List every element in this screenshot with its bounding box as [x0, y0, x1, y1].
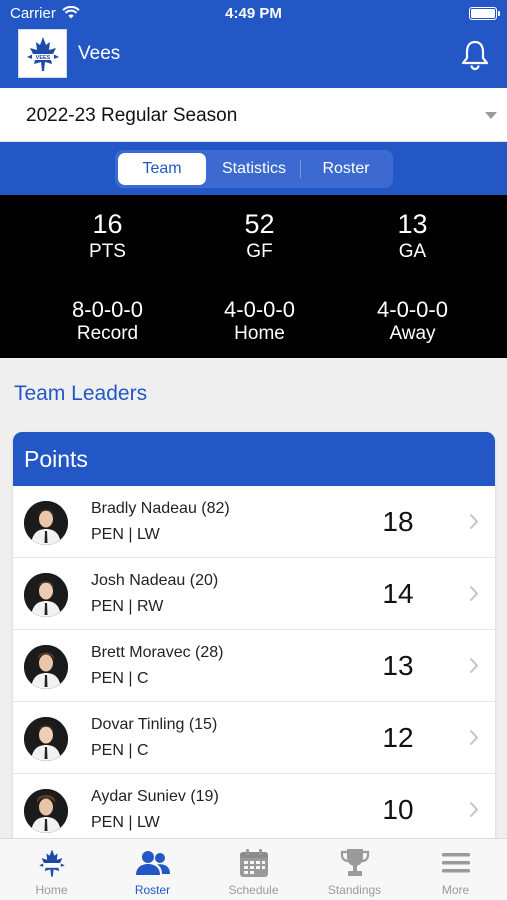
trophy-icon	[304, 847, 405, 879]
bell-icon[interactable]	[460, 39, 490, 76]
player-avatar	[24, 789, 68, 833]
tab-more[interactable]: More	[405, 839, 506, 900]
points-leaders-card: Points Bradly Nadeau (82) PEN | LW 18 Jo…	[13, 432, 495, 862]
app-header: VEES Vees	[0, 28, 507, 88]
player-avatar	[24, 573, 68, 617]
leader-row[interactable]: Josh Nadeau (20) PEN | RW 14	[13, 558, 495, 630]
battery-icon	[469, 7, 500, 20]
segmented-control: Team Statistics Roster	[115, 150, 393, 188]
player-points: 13	[382, 650, 414, 681]
player-points: 12	[382, 722, 414, 753]
chevron-right-icon	[469, 585, 479, 607]
stat-home: 4-0-0-0 Home	[175, 297, 344, 345]
player-points: 18	[382, 506, 414, 537]
leader-row[interactable]: Bradly Nadeau (82) PEN | LW 18	[13, 486, 495, 558]
calendar-icon	[203, 847, 304, 879]
leader-row[interactable]: Brett Moravec (28) PEN | C 13	[13, 630, 495, 702]
team-leaders-heading: Team Leaders	[14, 382, 148, 405]
player-name: Bradly Nadeau (82)	[91, 500, 230, 517]
stat-value: 4-0-0-0	[377, 297, 448, 322]
tab-label: Home	[35, 883, 68, 897]
tab-label: Standings	[327, 883, 382, 897]
leader-row[interactable]: Dovar Tinling (15) PEN | C 12	[13, 702, 495, 774]
season-selected-value: 2022-23 Regular Season	[26, 105, 238, 126]
tab-label: Schedule	[228, 883, 279, 897]
segment-bar: Team Statistics Roster	[0, 142, 507, 195]
player-points: 14	[382, 578, 414, 609]
tab-standings[interactable]: Standings	[304, 839, 405, 900]
maple-leaf-logo-icon[interactable]: VEES	[18, 29, 67, 78]
player-name: Brett Moravec (28)	[91, 644, 224, 661]
segment-divider	[300, 160, 301, 178]
stat-label: Away	[389, 323, 436, 344]
svg-text:VEES: VEES	[35, 55, 50, 61]
team-name: Vees	[78, 43, 121, 64]
status-bar: Carrier 4:49 PM	[0, 0, 507, 28]
tab-roster-nav[interactable]: Roster	[102, 839, 203, 900]
stat-label: Record	[76, 323, 139, 344]
chevron-down-icon	[485, 112, 497, 119]
player-team-position: PEN | C	[91, 670, 149, 687]
chevron-right-icon	[469, 657, 479, 679]
chevron-right-icon	[469, 801, 479, 823]
season-dropdown[interactable]: 2022-23 Regular Season	[0, 88, 507, 142]
stat-value: 13	[397, 209, 428, 239]
stat-away: 4-0-0-0 Away	[328, 297, 497, 345]
stat-pts: 16 PTS	[23, 209, 192, 263]
tab-roster[interactable]: Roster	[302, 153, 390, 185]
player-team-position: PEN | LW	[91, 814, 160, 831]
menu-icon	[405, 847, 506, 879]
tab-schedule[interactable]: Schedule	[203, 839, 304, 900]
player-points: 10	[382, 794, 414, 825]
tab-label: More	[441, 883, 470, 897]
leader-row[interactable]: Aydar Suniev (19) PEN | LW 10	[13, 774, 495, 846]
stat-value: 52	[244, 209, 275, 239]
player-team-position: PEN | C	[91, 742, 149, 759]
clock-time: 4:49 PM	[225, 5, 282, 22]
card-title: Points	[13, 432, 495, 486]
stat-value: 8-0-0-0	[72, 297, 143, 322]
stat-gf: 52 GF	[175, 209, 344, 263]
tab-statistics[interactable]: Statistics	[210, 153, 298, 185]
stat-value: 16	[92, 209, 123, 239]
stat-label: GF	[246, 241, 273, 262]
bottom-tab-bar: Home Roster Schedule Standings More	[0, 838, 507, 900]
player-name: Josh Nadeau (20)	[91, 572, 219, 589]
player-name: Aydar Suniev (19)	[91, 788, 219, 805]
team-logo-icon	[1, 847, 102, 879]
tab-label: Roster	[134, 883, 171, 897]
team-stats-panel: 16 PTS 52 GF 13 GA 8-0-0-0 Record 4-0-0-…	[0, 195, 507, 358]
player-avatar	[24, 645, 68, 689]
stat-record: 8-0-0-0 Record	[23, 297, 192, 345]
stat-label: Home	[234, 323, 285, 344]
chevron-right-icon	[469, 513, 479, 535]
chevron-right-icon	[469, 729, 479, 751]
player-team-position: PEN | RW	[91, 598, 164, 615]
player-avatar	[24, 501, 68, 545]
stat-value: 4-0-0-0	[224, 297, 295, 322]
tab-team[interactable]: Team	[118, 153, 206, 185]
tab-home[interactable]: Home	[1, 839, 102, 900]
stat-label: GA	[398, 241, 427, 262]
player-team-position: PEN | LW	[91, 526, 160, 543]
stat-label: PTS	[89, 241, 126, 262]
people-icon	[102, 847, 203, 879]
stat-ga: 13 GA	[328, 209, 497, 263]
player-avatar	[24, 717, 68, 761]
player-name: Dovar Tinling (15)	[91, 716, 218, 733]
